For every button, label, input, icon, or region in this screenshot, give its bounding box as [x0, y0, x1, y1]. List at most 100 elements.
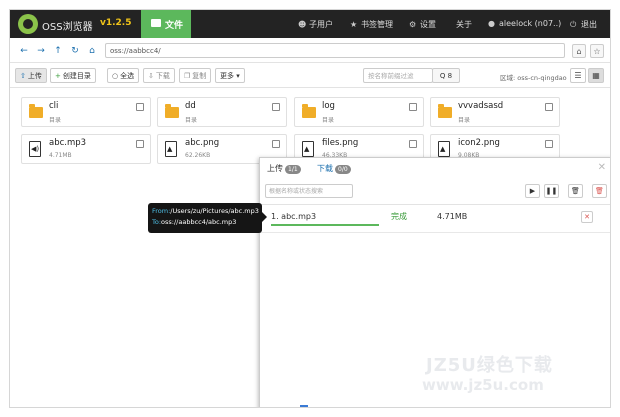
address-input[interactable]: oss://aabbcc4/: [105, 43, 565, 58]
circle-icon: ○: [112, 72, 119, 80]
nav-bookmarks-label: 书签管理: [361, 20, 393, 29]
copy-button[interactable]: ❐ 复制: [179, 68, 212, 83]
file-toolbar: ⇧ 上传 + 创建目录 ○ 全选 ⇩ 下载 ❐ 复制 更多 ▾ 按名称前缀过滤 Q 8 区…: [10, 65, 610, 88]
file-card[interactable]: log 目录: [294, 97, 424, 127]
tab-upload[interactable]: 上传 1/1: [267, 163, 301, 174]
download-count-badge: 0/0: [335, 165, 351, 174]
image-file-icon: ▲: [438, 141, 450, 157]
power-icon: ⏻: [570, 20, 577, 29]
home-icon[interactable]: ⌂: [86, 45, 98, 57]
caret-down-icon: ▾: [236, 72, 240, 80]
file-name: vvvadsasd: [458, 101, 504, 111]
more-dropdown[interactable]: 更多 ▾: [215, 68, 245, 83]
copy-icon: ❐: [184, 72, 191, 80]
nav-account[interactable]: ● aleelock (n07..): [488, 19, 561, 28]
delete-all-button[interactable]: 🗑: [592, 184, 607, 198]
top-navbar: OSS浏览器 v1.2.5 文件 ☻ 子用户 ★ 书签管理 ⚙ 设置 关于 ● alee…: [10, 10, 610, 38]
home-shortcut-icon[interactable]: ⌂: [572, 44, 586, 58]
transfer-progress-bar: [271, 224, 379, 226]
remove-transfer-button[interactable]: ✕: [581, 211, 593, 223]
tab-download-label: 下载: [317, 164, 333, 173]
trash-icon: 🗑: [571, 187, 580, 195]
file-name: log: [322, 101, 335, 111]
image-file-icon: ▲: [302, 141, 314, 157]
nav-logout-label: 退出: [581, 20, 597, 29]
watermark-url: www.jz5u.com: [422, 376, 544, 394]
file-checkbox[interactable]: [272, 140, 280, 148]
start-all-button[interactable]: ▶: [525, 184, 540, 198]
file-checkbox[interactable]: [272, 103, 280, 111]
file-meta: 4.71MB: [49, 152, 72, 159]
select-all-button[interactable]: ○ 全选: [107, 68, 140, 83]
tab-download[interactable]: 下载 0/0: [317, 163, 351, 174]
bookmark-star-icon[interactable]: ☆: [590, 44, 604, 58]
file-card[interactable]: dd 目录: [157, 97, 287, 127]
file-name: dd: [185, 101, 196, 111]
clear-done-button[interactable]: 🗑: [568, 184, 583, 198]
search-button[interactable]: Q 8: [432, 68, 460, 83]
file-checkbox[interactable]: [545, 103, 553, 111]
copy-label: 复制: [192, 72, 207, 80]
create-dir-label: 创建目录: [62, 72, 91, 80]
folder-icon: [151, 19, 161, 27]
create-dir-button[interactable]: + 创建目录: [50, 68, 96, 83]
tooltip-from: From:/Users/zu/Pictures/abc.mp3: [152, 206, 259, 217]
download-button[interactable]: ⇩ 下载: [143, 68, 175, 83]
file-name: abc.png: [185, 138, 220, 148]
oss-logo-icon: [18, 14, 38, 34]
upload-label: 上传: [27, 72, 42, 80]
filter-input[interactable]: 按名称前缀过滤: [363, 68, 433, 83]
refresh-icon[interactable]: ↻: [69, 45, 81, 57]
tooltip-to: To:oss://aabbcc4/abc.mp3: [152, 217, 258, 228]
users-icon: ☻: [298, 20, 307, 29]
trash-red-icon: 🗑: [595, 187, 604, 195]
nav-sub-users[interactable]: ☻ 子用户: [298, 19, 333, 30]
bottom-accent: [300, 405, 308, 407]
file-checkbox[interactable]: [136, 103, 144, 111]
file-name: icon2.png: [458, 138, 500, 148]
file-card[interactable]: cli 目录: [21, 97, 151, 127]
file-card[interactable]: vvvadsasd 目录: [430, 97, 560, 127]
nav-about[interactable]: 关于: [456, 19, 472, 30]
file-card[interactable]: ◀) abc.mp3 4.71MB: [21, 134, 151, 164]
file-checkbox[interactable]: [409, 140, 417, 148]
upload-count-badge: 1/1: [285, 165, 301, 174]
forward-arrow-icon[interactable]: →: [35, 45, 47, 57]
nav-settings[interactable]: ⚙ 设置: [409, 19, 436, 30]
file-checkbox[interactable]: [545, 140, 553, 148]
up-arrow-icon[interactable]: ↑: [52, 45, 64, 57]
close-icon[interactable]: ✕: [598, 162, 606, 173]
audio-file-icon: ◀): [29, 141, 41, 157]
file-meta: 目录: [185, 117, 198, 124]
file-name: files.png: [322, 138, 359, 148]
tab-upload-label: 上传: [267, 164, 283, 173]
nav-logout[interactable]: ⏻ 退出: [570, 19, 597, 30]
pause-all-button[interactable]: ❚❚: [544, 184, 559, 198]
file-checkbox[interactable]: [409, 103, 417, 111]
folder-icon: [29, 104, 43, 118]
list-view-icon[interactable]: ☰: [570, 68, 586, 83]
file-meta: 62.26KB: [185, 152, 211, 159]
path-tooltip: From:/Users/zu/Pictures/abc.mp3 To:oss:/…: [148, 203, 267, 233]
plus-icon: +: [55, 72, 61, 80]
panel-divider: [260, 204, 610, 205]
gear-icon: ⚙: [409, 20, 417, 29]
transfer-status: 完成: [391, 212, 407, 221]
transfer-search-input[interactable]: 根据名称或状态搜索: [265, 184, 353, 198]
nav-sub-users-label: 子用户: [309, 20, 333, 29]
nav-account-label: aleelock (n07..): [499, 19, 562, 28]
folder-icon: [438, 104, 452, 118]
tooltip-to-path: oss://aabbcc4/abc.mp3: [161, 218, 237, 226]
file-meta: 目录: [322, 117, 335, 124]
tab-files-label: 文件: [165, 21, 184, 31]
download-icon: ⇩: [148, 72, 154, 80]
tooltip-to-label: To:: [152, 218, 162, 226]
nav-bookmarks[interactable]: ★ 书签管理: [350, 19, 393, 30]
transfer-size: 4.71MB: [437, 212, 468, 221]
back-arrow-icon[interactable]: ←: [18, 45, 30, 57]
upload-button[interactable]: ⇧ 上传: [15, 68, 47, 83]
tab-files[interactable]: 文件: [141, 10, 191, 38]
search-count: 8: [447, 72, 453, 80]
file-checkbox[interactable]: [136, 140, 144, 148]
grid-view-icon[interactable]: ▦: [588, 68, 604, 83]
